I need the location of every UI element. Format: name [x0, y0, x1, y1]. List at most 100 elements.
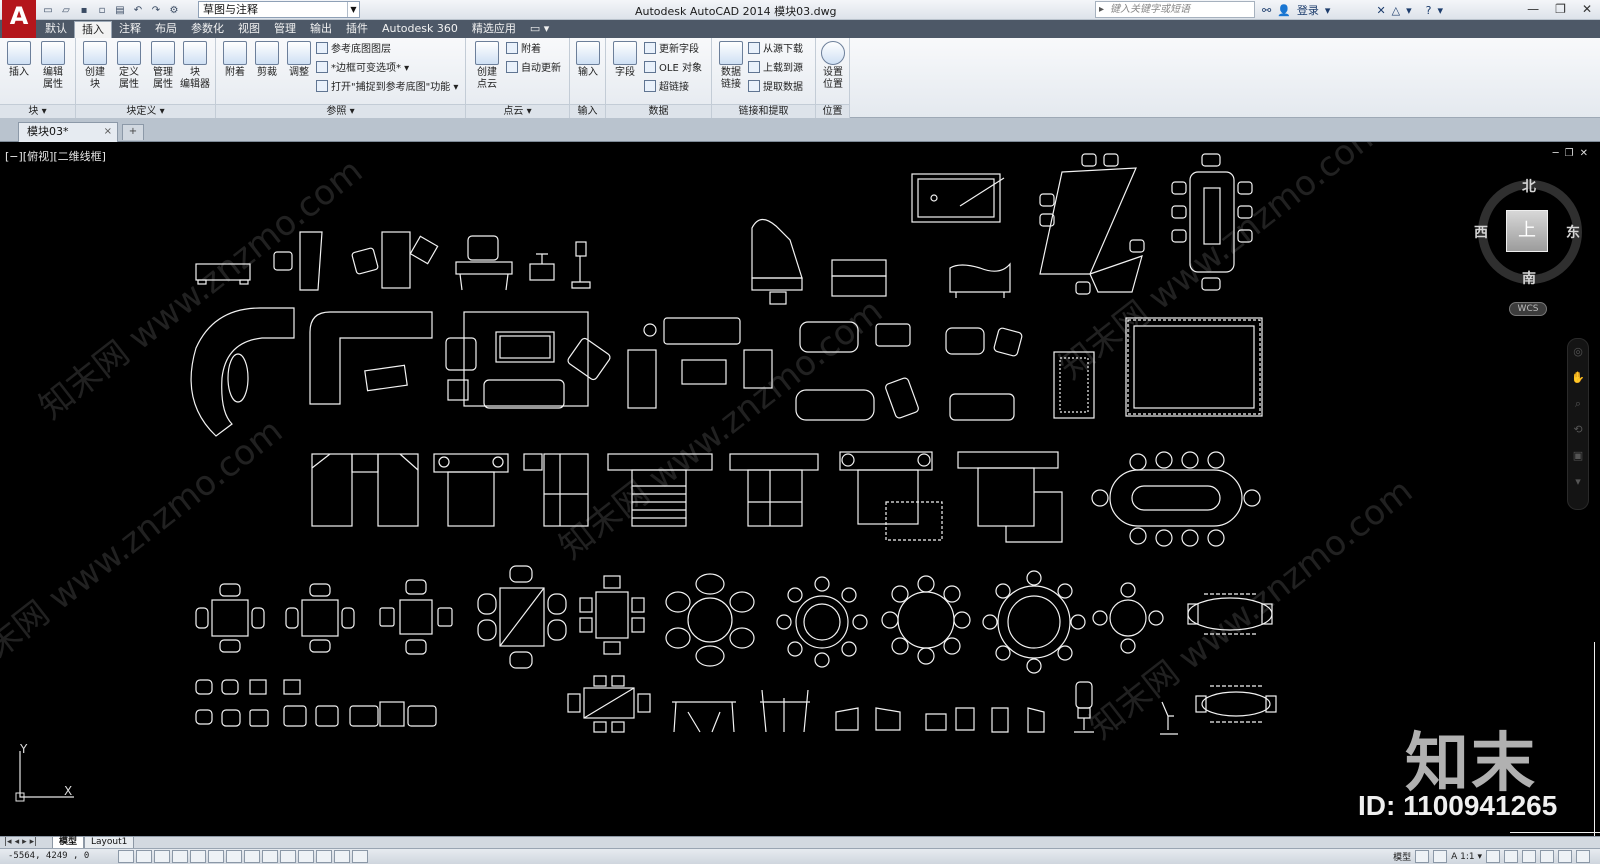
underlay-layers-button[interactable]: 参考底图图层	[316, 42, 391, 58]
3d-object-snap-toggle[interactable]	[226, 850, 242, 863]
transparency-toggle[interactable]	[316, 850, 332, 863]
attach-button[interactable]: 附着	[220, 41, 250, 79]
cursor-coordinates[interactable]: -5564, 4249 , 0	[8, 851, 89, 861]
login-dropdown-icon[interactable]: ▾	[1325, 4, 1331, 17]
infer-constraints-toggle[interactable]	[118, 850, 134, 863]
tab-layout[interactable]: 布局	[148, 21, 184, 38]
annotation-visibility-icon[interactable]	[1486, 850, 1500, 863]
workspace-select[interactable]: 草图与注释 ▼	[198, 1, 360, 18]
steering-wheel-icon[interactable]: ◎	[1568, 339, 1588, 365]
workspace-switch-icon[interactable]	[1504, 850, 1518, 863]
clean-screen-icon[interactable]	[1576, 850, 1590, 863]
open-file-icon[interactable]: ▱	[58, 3, 74, 18]
pointcloud-attach-button[interactable]: 附着	[506, 42, 541, 58]
save-as-icon[interactable]: ▫	[94, 3, 110, 18]
adjust-button[interactable]: 调整	[284, 41, 314, 79]
tab-plugins[interactable]: 插件	[339, 21, 375, 38]
orbit-icon[interactable]: ⟲	[1568, 417, 1588, 443]
dynamic-input-toggle[interactable]	[280, 850, 296, 863]
zoom-icon[interactable]: ⌕	[1568, 391, 1588, 417]
panel-title-point-cloud[interactable]: 点云 ▾	[466, 104, 569, 118]
login-link[interactable]: 登录	[1297, 2, 1319, 18]
import-button[interactable]: 输入	[573, 41, 603, 79]
update-fields-button[interactable]: 更新字段	[644, 42, 699, 58]
panel-title-block[interactable]: 块 ▾	[0, 104, 75, 118]
viewcube-north[interactable]: 北	[1522, 176, 1536, 196]
save-icon[interactable]: ▪	[76, 3, 92, 18]
upload-to-source-button[interactable]: 上载到源	[748, 61, 803, 77]
last-layout-icon[interactable]: ▸|	[30, 837, 38, 847]
tab-annotate[interactable]: 注释	[112, 21, 148, 38]
lineweight-toggle[interactable]	[298, 850, 314, 863]
auto-update-button[interactable]: 自动更新	[506, 61, 561, 77]
help-dropdown-icon[interactable]: ▾	[1438, 4, 1444, 17]
first-layout-icon[interactable]: |◂	[4, 837, 12, 847]
model-space-label[interactable]: 模型	[1393, 850, 1411, 863]
help-search-input[interactable]: ▸ 键入关键字或短语	[1095, 1, 1255, 18]
quick-view-layouts-icon[interactable]	[1415, 850, 1430, 863]
block-editor-button[interactable]: 块 编辑器	[180, 41, 210, 91]
ribbon-toggle-button[interactable]: ▭ ▾	[523, 21, 556, 38]
quick-properties-toggle[interactable]	[334, 850, 350, 863]
define-attribute-button[interactable]: 定义 属性	[114, 41, 144, 91]
navbar-menu-icon[interactable]: ▾	[1568, 469, 1588, 495]
object-snap-tracking-toggle[interactable]	[244, 850, 260, 863]
viewport-close-icon[interactable]: ✕	[1580, 148, 1588, 159]
doc-tab-active[interactable]: 模块03* ×	[18, 122, 118, 142]
tab-insert[interactable]: 插入	[74, 21, 112, 38]
snap-mode-toggle[interactable]	[136, 850, 152, 863]
close-tab-icon[interactable]: ×	[104, 123, 112, 141]
tab-output[interactable]: 输出	[303, 21, 339, 38]
data-link-button[interactable]: 数据 链接	[716, 41, 746, 91]
stay-connected-icon[interactable]: ▾	[1406, 4, 1412, 17]
a360-icon[interactable]: △	[1392, 4, 1400, 17]
viewcube-west[interactable]: 西	[1474, 222, 1488, 242]
ole-object-button[interactable]: OLE 对象	[644, 61, 702, 77]
object-snap-toggle[interactable]	[208, 850, 224, 863]
annotation-scale[interactable]: A 1:1 ▾	[1451, 852, 1482, 862]
isolate-objects-icon[interactable]	[1558, 850, 1572, 863]
grid-display-toggle[interactable]	[154, 850, 170, 863]
tab-parametric[interactable]: 参数化	[184, 21, 231, 38]
snap-underlay-dropdown[interactable]: 打开"捕捉到参考底图"功能 ▾	[316, 80, 458, 96]
edit-attribute-button[interactable]: 编辑 属性	[38, 41, 68, 91]
exchange-icon[interactable]: ✕	[1376, 4, 1385, 17]
viewcube-south[interactable]: 南	[1522, 268, 1536, 288]
hardware-acceleration-icon[interactable]	[1540, 850, 1554, 863]
help-icon[interactable]: ?	[1426, 4, 1432, 17]
ortho-mode-toggle[interactable]	[172, 850, 188, 863]
viewport-controls-label[interactable]: [−][俯视][二维线框]	[5, 148, 106, 164]
new-file-icon[interactable]: ▭	[40, 3, 56, 18]
quick-view-drawings-icon[interactable]	[1433, 850, 1448, 863]
tab-manage[interactable]: 管理	[267, 21, 303, 38]
panel-title-reference[interactable]: 参照 ▾	[216, 104, 465, 118]
wcs-menu-button[interactable]: WCS	[1509, 302, 1547, 316]
drawing-canvas[interactable]: 知末网 www.znzmo.com 知末网 www.znzmo.com 知末网 …	[0, 142, 1600, 836]
field-button[interactable]: 字段	[610, 41, 640, 79]
hyperlink-button[interactable]: 超链接	[644, 80, 689, 96]
download-from-source-button[interactable]: 从源下载	[748, 42, 803, 58]
viewport-restore-icon[interactable]: ❐	[1565, 148, 1574, 159]
selection-cycling-toggle[interactable]	[352, 850, 368, 863]
manage-attributes-button[interactable]: 管理 属性	[148, 41, 178, 91]
prev-layout-icon[interactable]: ◂	[15, 837, 20, 847]
viewport-minimize-icon[interactable]: ─	[1553, 148, 1559, 159]
tab-view[interactable]: 视图	[231, 21, 267, 38]
create-block-button[interactable]: 创建 块	[80, 41, 110, 91]
viewcube-top-face[interactable]: 上	[1506, 210, 1548, 252]
binoculars-icon[interactable]: ⚯	[1262, 4, 1271, 17]
lock-ui-icon[interactable]	[1522, 850, 1536, 863]
set-location-button[interactable]: 设置 位置	[818, 41, 848, 91]
application-menu-button[interactable]: A	[2, 0, 36, 38]
tab-default[interactable]: 默认	[38, 21, 74, 38]
restore-icon[interactable]: ❐	[1555, 2, 1566, 16]
minimize-icon[interactable]: —	[1527, 2, 1539, 16]
next-layout-icon[interactable]: ▸	[22, 837, 27, 847]
insert-block-button[interactable]: 插入	[4, 41, 34, 79]
print-icon[interactable]: ▤	[112, 3, 128, 18]
undo-icon[interactable]: ↶	[130, 3, 146, 18]
new-tab-button[interactable]: +	[122, 124, 144, 140]
user-icon[interactable]: 👤	[1277, 4, 1291, 17]
workspace-icon[interactable]: ⚙	[166, 3, 182, 18]
dynamic-ucs-toggle[interactable]	[262, 850, 278, 863]
